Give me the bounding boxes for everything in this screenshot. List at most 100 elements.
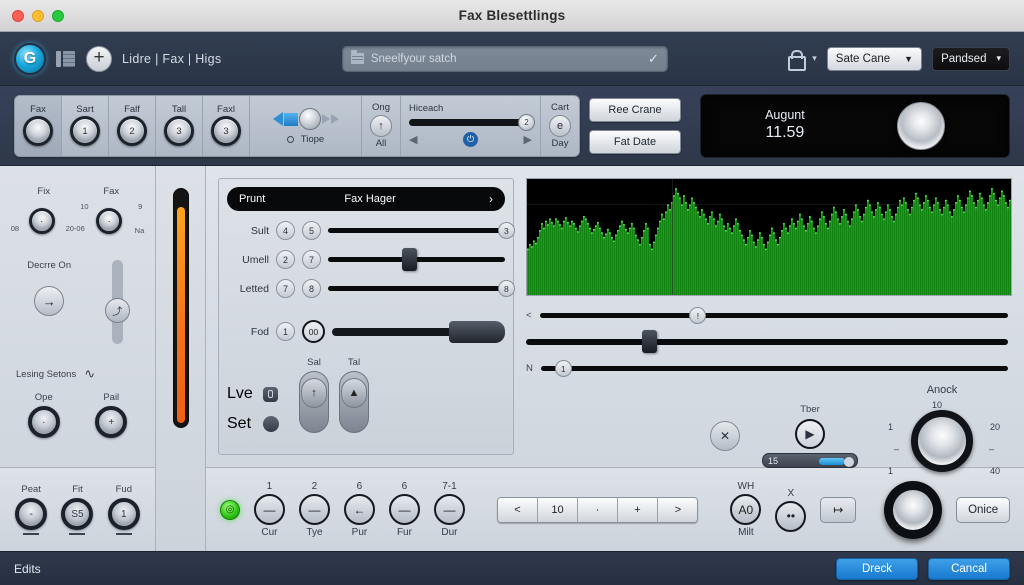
hiceach-slider[interactable]: 2 (409, 114, 535, 132)
search-input[interactable]: Sneelfyour satch ✓ (341, 45, 668, 72)
decrre-button[interactable]: → (34, 286, 65, 316)
fod-knob[interactable]: 00 (302, 320, 325, 343)
fod-thumb[interactable] (449, 320, 505, 343)
mode-dropdown[interactable]: Pandsed ▾ (932, 46, 1010, 71)
slider-c[interactable]: 1 (540, 360, 1008, 377)
segment-value[interactable]: 10 (537, 497, 578, 522)
x-dots-button[interactable]: •• (775, 500, 807, 532)
dur-button[interactable]: — (433, 494, 465, 525)
anock-knob[interactable] (911, 410, 973, 472)
fud-knob[interactable]: 1 (107, 498, 140, 530)
fur-button[interactable]: — (388, 494, 420, 525)
ope-knob[interactable]: · (27, 406, 60, 438)
transport-prev-icon[interactable]: ◀ (409, 133, 417, 146)
sult-pill-1[interactable]: 4 (276, 221, 295, 240)
segmented-control[interactable]: < 10 · + > (496, 496, 699, 523)
row-umell: Umell 2 7 (227, 248, 505, 271)
letted-pill-1[interactable]: 7 (276, 279, 295, 298)
fod-pill[interactable]: 1 (276, 322, 295, 341)
tye-number: 2 (311, 481, 318, 492)
progress-handle[interactable] (844, 456, 854, 467)
letted-slider[interactable]: 8 (328, 280, 515, 297)
knob-falf[interactable]: 2 (117, 116, 147, 147)
tye-button[interactable]: — (298, 494, 330, 525)
slider-a[interactable]: ! (539, 307, 1008, 324)
umell-slider[interactable] (328, 248, 505, 271)
segment-dot[interactable]: · (577, 497, 618, 522)
fix-knob[interactable]: · (28, 208, 55, 234)
fax2-knob[interactable]: · (96, 208, 123, 234)
slider-c-thumb[interactable]: 1 (554, 360, 572, 377)
knob-sart[interactable]: 1 (70, 116, 100, 147)
knob-tall[interactable]: 3 (164, 116, 194, 147)
swap-button[interactable]: ↦ (820, 496, 857, 523)
tiope-thumb[interactable] (298, 108, 321, 130)
fat-date-button[interactable]: Fat Date (589, 129, 681, 154)
letted-thumb[interactable]: 8 (497, 280, 515, 297)
onice-button[interactable]: Onice (956, 496, 1011, 523)
left-vertical-slider[interactable]: ⤴ (104, 260, 130, 344)
waveform-display[interactable] (526, 178, 1012, 296)
peat-knob[interactable]: - (15, 498, 48, 530)
progress-bar[interactable]: 15 (762, 453, 858, 468)
umell-pill-2[interactable]: 7 (302, 250, 321, 269)
hiceach-thumb[interactable]: 2 (518, 114, 535, 132)
ong-cell[interactable]: Ong ↑ All (362, 95, 401, 156)
segment-prev[interactable]: < (497, 497, 538, 522)
display-knob[interactable] (896, 101, 945, 150)
ree-crane-button[interactable]: Ree Crane (589, 97, 681, 122)
check-icon[interactable]: ✓ (648, 51, 659, 67)
slider-a-thumb[interactable]: ! (689, 307, 707, 324)
knob-cell-falf[interactable]: Falf 2 (109, 95, 156, 156)
pur-button[interactable]: ← (343, 494, 375, 525)
master-knob[interactable] (884, 480, 943, 539)
cur-button[interactable]: — (253, 494, 285, 525)
tal-fader-cap[interactable]: ▲ (341, 378, 367, 408)
pail-knob[interactable]: + (95, 406, 128, 438)
wh-button[interactable]: A0 (730, 494, 762, 525)
transport-next-icon[interactable]: ▶ (524, 133, 532, 146)
fod-slider[interactable] (332, 320, 505, 343)
segment-plus[interactable]: + (617, 497, 658, 522)
lock-icon[interactable] (788, 50, 807, 71)
cart-button[interactable]: e (549, 114, 571, 137)
set-button[interactable] (263, 416, 279, 432)
sult-slider[interactable]: 3 (328, 222, 515, 239)
preset-dropdown[interactable]: Sate Cane ▼ (826, 46, 923, 71)
cancel-button[interactable]: Cancal (928, 557, 1010, 580)
cart-cell[interactable]: Cart e Day (541, 96, 579, 156)
lve-button[interactable] (263, 386, 278, 402)
add-button[interactable]: + (86, 45, 112, 72)
power-icon[interactable]: ⏻ (463, 132, 478, 148)
knob-cell-sart[interactable]: Sart 1 (62, 95, 109, 156)
knob-cell-tall[interactable]: Tall 3 (156, 95, 203, 156)
knob-cell-fax[interactable]: Fax (15, 95, 62, 156)
primary-action-button[interactable]: Dreck (836, 557, 918, 580)
vslider-thumb[interactable]: ⤴ (104, 298, 130, 323)
slider-b[interactable] (526, 330, 1008, 353)
sal-fader-cap[interactable]: ↑ (301, 378, 327, 408)
knob-cell-faxl[interactable]: Faxl 3 (203, 95, 250, 156)
library-icon[interactable] (56, 49, 76, 69)
tal-fader[interactable]: ▲ (339, 371, 369, 433)
knob-faxl[interactable]: 3 (211, 116, 241, 147)
umell-thumb[interactable] (402, 248, 418, 271)
segment-next[interactable]: > (657, 497, 698, 522)
umell-pill-1[interactable]: 2 (276, 250, 295, 269)
sult-pill-2[interactable]: 5 (302, 221, 321, 240)
sal-fader[interactable]: ↑ (299, 371, 329, 433)
knob-fax[interactable] (23, 116, 53, 147)
panel-header[interactable]: Prunt Fax Hager › (227, 187, 505, 211)
ong-up-button[interactable]: ↑ (370, 114, 392, 137)
sult-thumb[interactable]: 3 (497, 222, 515, 239)
slider-b-thumb[interactable] (641, 330, 657, 353)
fit-knob[interactable]: S5 (61, 498, 94, 530)
lock-caret-icon[interactable]: ▾ (812, 53, 817, 64)
play-button[interactable]: ▶ (795, 419, 825, 449)
close-x-button[interactable]: ✕ (710, 421, 740, 451)
tiope-slider[interactable] (272, 106, 339, 132)
chevron-right-icon[interactable]: › (489, 192, 493, 206)
status-led-icon[interactable]: ◎ (220, 499, 240, 520)
tiope-control[interactable]: Tiope (250, 95, 362, 156)
letted-pill-2[interactable]: 8 (302, 279, 321, 298)
